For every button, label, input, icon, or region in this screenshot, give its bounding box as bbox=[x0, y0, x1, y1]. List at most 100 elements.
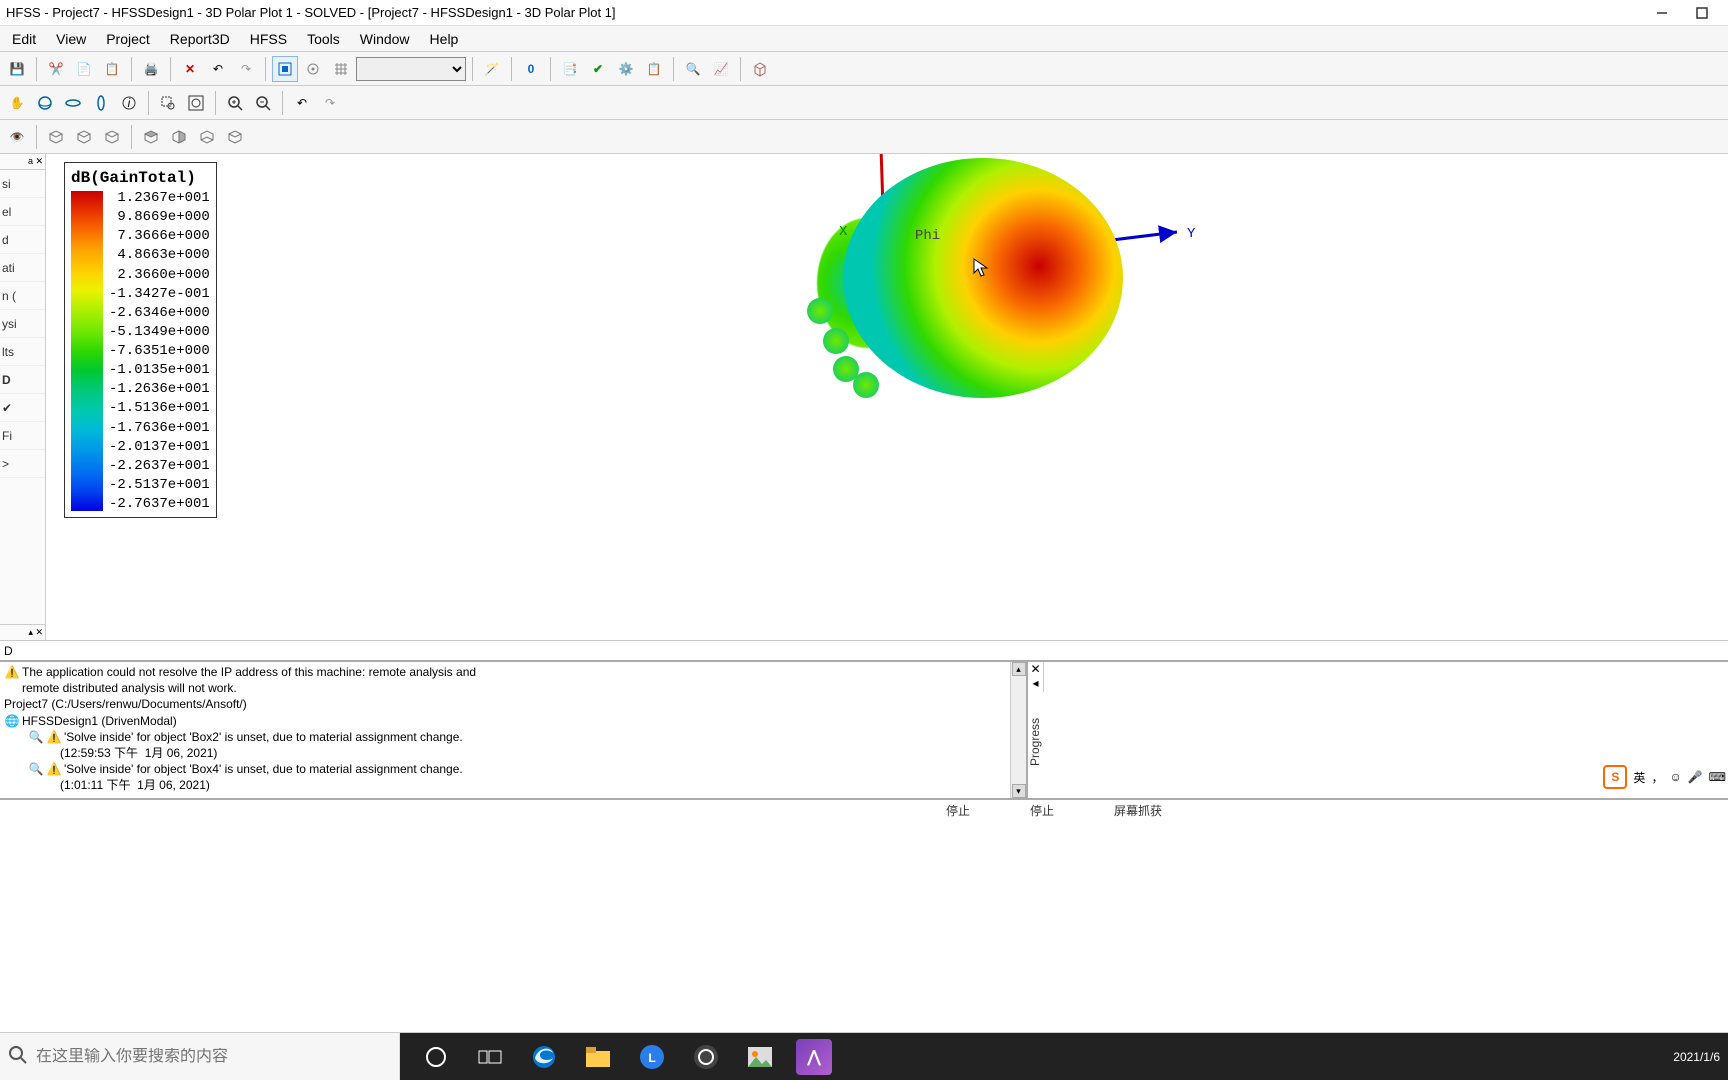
log-line: remote distributed analysis will not wor… bbox=[22, 680, 237, 696]
menu-window[interactable]: Window bbox=[350, 29, 420, 49]
ime-mic-icon[interactable]: 🎤 bbox=[1688, 770, 1703, 784]
ime-lang[interactable]: 英 bbox=[1633, 769, 1645, 786]
menu-project[interactable]: Project bbox=[96, 29, 160, 49]
menu-hfss[interactable]: HFSS bbox=[240, 29, 297, 49]
legend-value: -2.2637e+001 bbox=[109, 459, 210, 473]
progress-close[interactable]: ✕◂ bbox=[1028, 662, 1044, 692]
panel-tab-d[interactable]: D bbox=[0, 640, 1728, 660]
front-view-icon[interactable] bbox=[138, 124, 164, 150]
redo-icon[interactable]: ↷ bbox=[233, 56, 259, 82]
copy-icon[interactable]: 📄 bbox=[71, 56, 97, 82]
axis-y-label: Y bbox=[1187, 226, 1195, 242]
iso-view-icon[interactable] bbox=[43, 124, 69, 150]
ime-toolbar[interactable]: S 英 ， ☺ 🎤 ⌨ bbox=[1603, 762, 1726, 792]
taskbar-apps: L ⋀ bbox=[400, 1033, 1618, 1080]
screenshot-button[interactable]: 屏幕抓获 bbox=[1108, 802, 1168, 819]
stop-button[interactable]: 停止 bbox=[1024, 802, 1060, 819]
legend-value: -7.6351e+000 bbox=[109, 344, 210, 358]
maximize-button[interactable] bbox=[1682, 1, 1722, 25]
top-view-icon[interactable] bbox=[194, 124, 220, 150]
visibility-icon[interactable]: 👁️ bbox=[4, 124, 30, 150]
tree-stub: n ( bbox=[0, 282, 45, 310]
undo-view-icon[interactable]: ↶ bbox=[289, 90, 315, 116]
legend-value: -2.0137e+001 bbox=[109, 440, 210, 454]
clipboard-icon[interactable]: 📋 bbox=[641, 56, 667, 82]
find-icon[interactable]: 🔍 bbox=[680, 56, 706, 82]
taskview-icon[interactable] bbox=[472, 1039, 508, 1075]
legend-value: -2.6346e+000 bbox=[109, 306, 210, 320]
zoom-fit-icon[interactable] bbox=[183, 90, 209, 116]
cortana-icon[interactable] bbox=[418, 1039, 454, 1075]
panel2-pin-icon[interactable]: ▴ ✕ bbox=[0, 624, 45, 640]
redo-view-icon[interactable]: ↷ bbox=[317, 90, 343, 116]
sheet-icon[interactable]: 📑 bbox=[557, 56, 583, 82]
ime-keyboard-icon[interactable]: ⌨ bbox=[1709, 770, 1726, 784]
panel-pin-icon[interactable]: a ✕ bbox=[0, 154, 45, 170]
app-blue-icon[interactable]: L bbox=[634, 1039, 670, 1075]
edge-icon[interactable] bbox=[526, 1039, 562, 1075]
stop-button[interactable]: 停止 bbox=[940, 802, 976, 819]
menu-view[interactable]: View bbox=[46, 29, 96, 49]
minimize-button[interactable] bbox=[1642, 1, 1682, 25]
info-icon[interactable]: i bbox=[116, 90, 142, 116]
iso-view3-icon[interactable] bbox=[99, 124, 125, 150]
menu-edit[interactable]: Edit bbox=[2, 29, 46, 49]
app-image-icon[interactable] bbox=[742, 1039, 778, 1075]
scroll-up-icon[interactable]: ▴ bbox=[1012, 662, 1026, 676]
log-line: (12:59:53 下午 1月 06, 2021) bbox=[60, 745, 217, 761]
analyze-icon[interactable]: ⚙️ bbox=[613, 56, 639, 82]
menu-report3d[interactable]: Report3D bbox=[160, 29, 240, 49]
back-view-icon[interactable] bbox=[222, 124, 248, 150]
cut-icon[interactable]: ✂️ bbox=[43, 56, 69, 82]
snap-grid-icon[interactable] bbox=[328, 56, 354, 82]
main-area: a ✕ si el d ati n ( ysi lts D ✔ Fi > ▴ ✕… bbox=[0, 154, 1728, 640]
toolbar-orientation: 👁️ bbox=[0, 120, 1728, 154]
cube3d-icon[interactable] bbox=[747, 56, 773, 82]
menu-tools[interactable]: Tools bbox=[297, 29, 350, 49]
wand-icon[interactable]: 🪄 bbox=[479, 56, 505, 82]
snap-point-icon[interactable] bbox=[300, 56, 326, 82]
menu-help[interactable]: Help bbox=[420, 29, 469, 49]
svg-text:i: i bbox=[128, 96, 131, 110]
orbit-x-icon[interactable] bbox=[60, 90, 86, 116]
origin-icon[interactable]: 0 bbox=[518, 56, 544, 82]
warning-icon: ⚠️ bbox=[46, 729, 62, 745]
zoom-out-icon[interactable] bbox=[250, 90, 276, 116]
scroll-down-icon[interactable]: ▾ bbox=[1012, 784, 1026, 798]
iso-view2-icon[interactable] bbox=[71, 124, 97, 150]
separator bbox=[170, 57, 171, 81]
title-bar: HFSS - Project7 - HFSSDesign1 - 3D Polar… bbox=[0, 0, 1728, 26]
taskbar-search[interactable] bbox=[0, 1033, 400, 1080]
search-input[interactable] bbox=[36, 1048, 391, 1066]
message-panel: ⚠️The application could not resolve the … bbox=[0, 660, 1728, 798]
legend-value: -2.5137e+001 bbox=[109, 478, 210, 492]
hfss-app-icon[interactable]: ⋀ bbox=[796, 1039, 832, 1075]
ime-sep: ， bbox=[1651, 769, 1663, 786]
orbit-icon[interactable] bbox=[32, 90, 58, 116]
delete-icon[interactable]: ✕ bbox=[177, 56, 203, 82]
3d-viewport[interactable]: dB(GainTotal) 1.2367e+001 9.8669e+000 7.… bbox=[46, 154, 1728, 640]
message-log-content[interactable]: ⚠️The application could not resolve the … bbox=[0, 662, 1010, 798]
orbit-y-icon[interactable] bbox=[88, 90, 114, 116]
units-combo[interactable] bbox=[356, 57, 466, 81]
zoom-in-icon[interactable] bbox=[222, 90, 248, 116]
log-line: HFSSDesign1 (DrivenModal) bbox=[22, 713, 177, 729]
print-icon[interactable]: 🖨️ bbox=[138, 56, 164, 82]
plot-icon[interactable]: 📈 bbox=[708, 56, 734, 82]
paste-icon[interactable]: 📋 bbox=[99, 56, 125, 82]
gridmode-icon[interactable] bbox=[272, 56, 298, 82]
side-view-icon[interactable] bbox=[166, 124, 192, 150]
undo-icon[interactable]: ↶ bbox=[205, 56, 231, 82]
scrollbar[interactable]: ▴ ▾ bbox=[1010, 662, 1026, 798]
save-icon[interactable]: 💾 bbox=[4, 56, 30, 82]
tree-stub: si bbox=[0, 170, 45, 198]
explorer-icon[interactable] bbox=[580, 1039, 616, 1075]
ime-emoji-icon[interactable]: ☺ bbox=[1669, 770, 1681, 784]
app-grey-icon[interactable] bbox=[688, 1039, 724, 1075]
zoom-window-icon[interactable] bbox=[155, 90, 181, 116]
project-manager-collapsed[interactable]: a ✕ si el d ati n ( ysi lts D ✔ Fi > ▴ ✕ bbox=[0, 154, 46, 640]
validate-icon[interactable]: ✔ bbox=[585, 56, 611, 82]
sogou-icon[interactable]: S bbox=[1603, 765, 1627, 789]
taskbar-tray[interactable]: 2021/1/6 bbox=[1618, 1033, 1728, 1080]
pan-icon[interactable]: ✋ bbox=[4, 90, 30, 116]
